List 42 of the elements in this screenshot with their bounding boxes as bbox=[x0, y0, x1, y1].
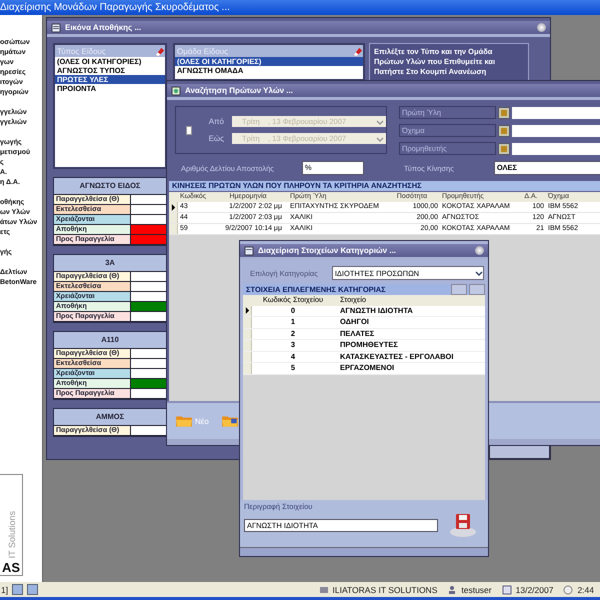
scrollbar[interactable] bbox=[240, 547, 488, 556]
scrollbar[interactable] bbox=[489, 445, 550, 459]
folder-icon bbox=[175, 414, 193, 428]
page-indicator: 1] bbox=[0, 584, 8, 594]
window-title: Εικόνα Αποθήκης ... bbox=[65, 23, 142, 32]
folder-icon[interactable] bbox=[220, 414, 239, 428]
lookup-button[interactable] bbox=[498, 124, 510, 136]
company-name: ILIATORAS IT SOLUTIONS bbox=[332, 584, 438, 594]
logo-caption: IT Solutions bbox=[6, 510, 16, 558]
eraser-icon[interactable] bbox=[154, 46, 165, 56]
window-title: Διαχείρισης Μονάδων Παραγωγής Σκυροδέματος ... bbox=[0, 0, 600, 15]
save-icon[interactable] bbox=[448, 511, 478, 539]
user-icon bbox=[447, 584, 458, 594]
eraser-icon[interactable] bbox=[352, 46, 363, 56]
window-icon bbox=[171, 86, 181, 96]
logo-mark: AS bbox=[2, 560, 20, 575]
close-button[interactable] bbox=[475, 246, 484, 255]
window-icon bbox=[51, 22, 61, 32]
row-selector[interactable] bbox=[169, 202, 178, 212]
window-icon bbox=[244, 246, 254, 256]
current-row-icon bbox=[244, 307, 250, 314]
clock-icon bbox=[563, 584, 574, 594]
row-selector[interactable] bbox=[243, 306, 252, 316]
window-title: Αναζήτηση Πρώτων Υλών ... bbox=[185, 86, 294, 95]
lookup-button[interactable] bbox=[498, 106, 510, 118]
next-button[interactable] bbox=[27, 584, 38, 595]
list-header: Τύπος Είδους bbox=[55, 45, 165, 57]
field-label: Από bbox=[208, 117, 224, 126]
current-row-icon bbox=[170, 204, 176, 210]
close-button[interactable] bbox=[537, 23, 546, 32]
input-field[interactable] bbox=[512, 124, 600, 136]
previous-button[interactable] bbox=[12, 584, 24, 595]
calendar-icon bbox=[502, 584, 512, 594]
window-title: Διαχείριση Στοιχείων Κατηγοριών ... bbox=[258, 246, 398, 255]
field-label: Εώς bbox=[208, 134, 224, 143]
input-field[interactable] bbox=[512, 142, 600, 154]
date-text: 13/2/2007 bbox=[516, 584, 554, 594]
input-field[interactable] bbox=[512, 106, 600, 118]
user-name: testuser bbox=[461, 584, 492, 594]
lookup-button[interactable] bbox=[498, 142, 510, 154]
time-text: 2:44 bbox=[577, 584, 594, 594]
list-header: Ομάδα Είδους bbox=[175, 45, 363, 57]
